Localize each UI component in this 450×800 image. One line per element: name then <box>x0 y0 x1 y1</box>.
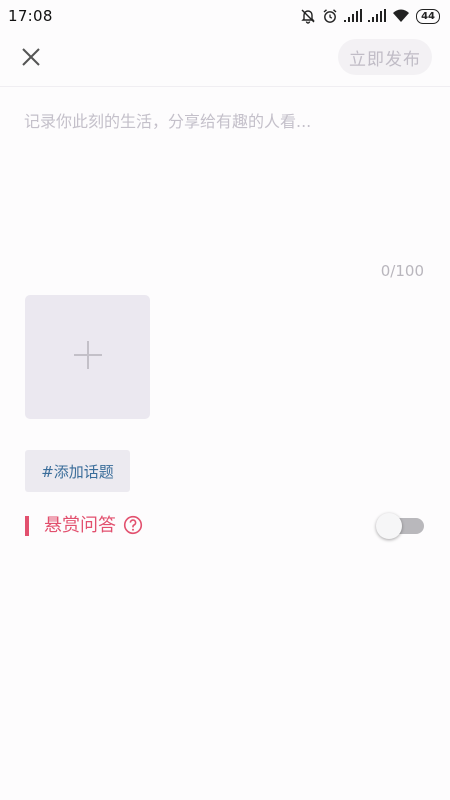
add-image-button[interactable] <box>25 295 150 419</box>
signal-icon <box>344 9 363 23</box>
post-content-input[interactable] <box>24 108 424 248</box>
reward-accent-bar <box>25 516 29 536</box>
reward-qa-label: 悬赏问答 <box>44 515 116 536</box>
alarm-icon <box>322 8 338 24</box>
char-count: 0/100 <box>380 262 424 280</box>
add-topic-button[interactable]: #添加话题 <box>25 450 130 492</box>
reward-qa-toggle[interactable] <box>376 513 424 539</box>
signal-icon <box>368 9 387 23</box>
close-button[interactable] <box>14 42 48 76</box>
wifi-icon <box>392 9 410 23</box>
toggle-thumb <box>376 513 402 539</box>
close-icon <box>21 47 41 71</box>
mute-bell-icon <box>300 8 316 24</box>
status-time: 17:08 <box>8 7 53 25</box>
battery-icon: 44 <box>416 8 440 24</box>
status-bar: 17:08 44 <box>0 0 450 32</box>
question-circle-icon[interactable] <box>123 515 143 535</box>
header-divider <box>0 86 450 87</box>
reward-qa-row: 悬赏问答 <box>25 512 425 540</box>
header: 立即发布 <box>0 36 450 80</box>
status-icons: 44 <box>300 8 440 24</box>
plus-icon <box>72 339 104 375</box>
battery-level: 44 <box>421 10 435 22</box>
publish-button[interactable]: 立即发布 <box>338 39 432 75</box>
